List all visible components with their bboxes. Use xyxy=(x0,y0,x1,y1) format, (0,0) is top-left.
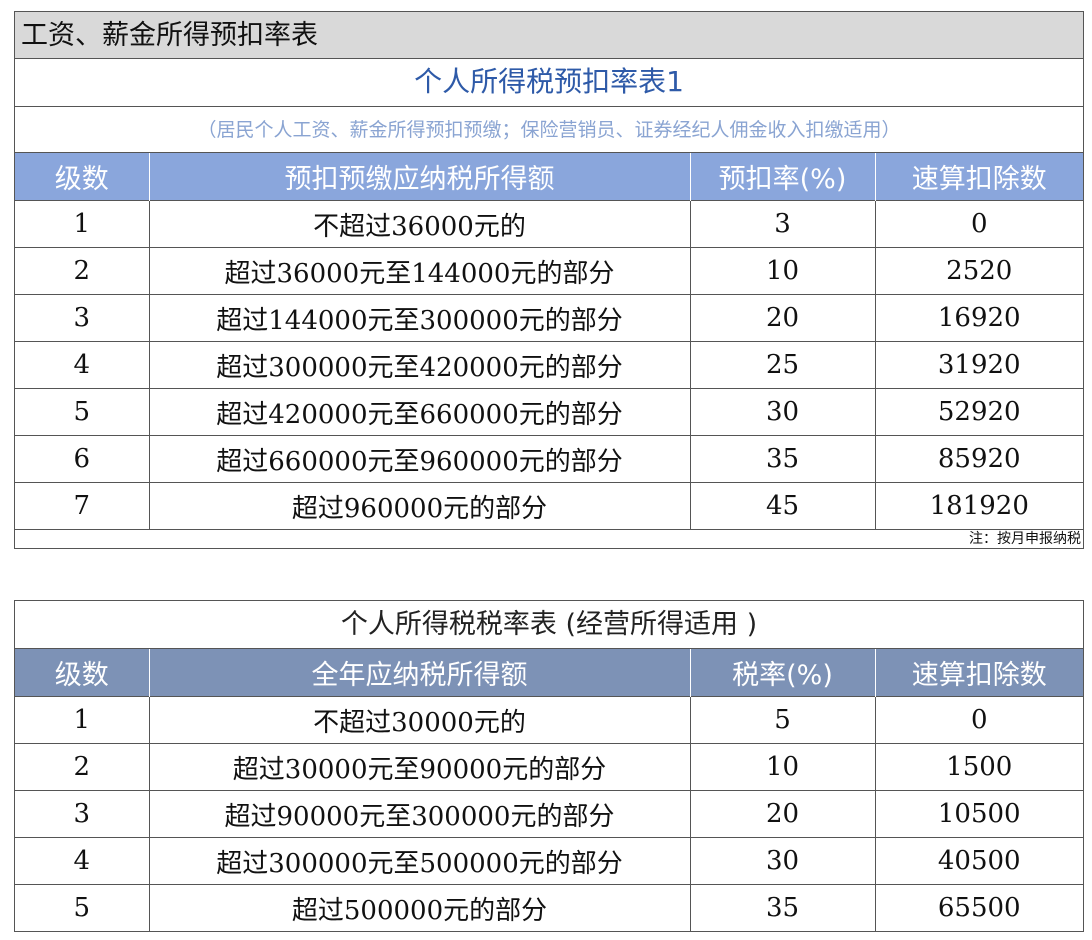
level-cell: 1 xyxy=(15,696,149,744)
table2-header-row: 级数 全年应纳税所得额 税率(%) 速算扣除数 xyxy=(15,649,1083,697)
income-range-cell: 超过660000元至960000元的部分 xyxy=(148,435,690,483)
table-row: 4 超过300000元至500000元的部分 30 40500 xyxy=(15,837,1083,885)
withholding-rate-table: 级数 预扣预缴应纳税所得额 预扣率(%) 速算扣除数 1 不超过36000元的 … xyxy=(15,153,1083,529)
rate-cell: 20 xyxy=(689,294,875,342)
income-range-cell: 不超过36000元的 xyxy=(148,200,690,248)
rate-cell: 30 xyxy=(689,837,875,885)
quick-deduction-cell: 181920 xyxy=(874,482,1083,529)
business-income-rate-table: 级数 全年应纳税所得额 税率(%) 速算扣除数 1 不超过30000元的 5 0… xyxy=(15,649,1083,931)
income-range-cell: 超过36000元至144000元的部分 xyxy=(148,247,690,295)
rate-cell: 45 xyxy=(689,482,875,529)
quick-deduction-cell: 2520 xyxy=(874,247,1083,295)
table-row: 1 不超过30000元的 5 0 xyxy=(15,696,1083,744)
quick-deduction-cell: 85920 xyxy=(874,435,1083,483)
table-row: 4 超过300000元至420000元的部分 25 31920 xyxy=(15,341,1083,389)
income-range-cell: 超过90000元至300000元的部分 xyxy=(148,790,690,838)
business-income-rate-table-block: 个人所得税税率表 (经营所得适用 ) 级数 全年应纳税所得额 税率(%) 速算扣… xyxy=(14,600,1084,932)
rate-cell: 10 xyxy=(689,743,875,791)
level-cell: 4 xyxy=(15,837,149,885)
income-range-cell: 超过420000元至660000元的部分 xyxy=(148,388,690,436)
table1-header-quick-deduction: 速算扣除数 xyxy=(874,153,1083,201)
table2-header-annual-taxable-income: 全年应纳税所得额 xyxy=(148,649,690,697)
table-row: 3 超过90000元至300000元的部分 20 10500 xyxy=(15,790,1083,838)
level-cell: 4 xyxy=(15,341,149,389)
income-range-cell: 不超过30000元的 xyxy=(148,696,690,744)
table1-header-row: 级数 预扣预缴应纳税所得额 预扣率(%) 速算扣除数 xyxy=(15,153,1083,201)
table1-header-level: 级数 xyxy=(15,153,149,201)
level-cell: 6 xyxy=(15,435,149,483)
table-row: 7 超过960000元的部分 45 181920 xyxy=(15,482,1083,529)
table1-title: 个人所得税预扣率表1 xyxy=(15,59,1083,107)
quick-deduction-cell: 1500 xyxy=(874,743,1083,791)
rate-cell: 35 xyxy=(689,435,875,483)
quick-deduction-cell: 10500 xyxy=(874,790,1083,838)
rate-cell: 30 xyxy=(689,388,875,436)
table2-title: 个人所得税税率表 (经营所得适用 ) xyxy=(15,601,1083,649)
rate-cell: 3 xyxy=(689,200,875,248)
table-row: 2 超过36000元至144000元的部分 10 2520 xyxy=(15,247,1083,295)
rate-cell: 35 xyxy=(689,884,875,931)
table-row: 2 超过30000元至90000元的部分 10 1500 xyxy=(15,743,1083,791)
level-cell: 2 xyxy=(15,247,149,295)
table-row: 5 超过500000元的部分 35 65500 xyxy=(15,884,1083,931)
rate-cell: 10 xyxy=(689,247,875,295)
income-range-cell: 超过144000元至300000元的部分 xyxy=(148,294,690,342)
table2-header-level: 级数 xyxy=(15,649,149,697)
rate-cell: 25 xyxy=(689,341,875,389)
table-row: 6 超过660000元至960000元的部分 35 85920 xyxy=(15,435,1083,483)
sheet-title: 工资、薪金所得预扣率表 xyxy=(15,12,1083,59)
income-range-cell: 超过300000元至420000元的部分 xyxy=(148,341,690,389)
income-range-cell: 超过30000元至90000元的部分 xyxy=(148,743,690,791)
quick-deduction-cell: 16920 xyxy=(874,294,1083,342)
rate-cell: 5 xyxy=(689,696,875,744)
table-row: 5 超过420000元至660000元的部分 30 52920 xyxy=(15,388,1083,436)
quick-deduction-cell: 52920 xyxy=(874,388,1083,436)
quick-deduction-cell: 0 xyxy=(874,200,1083,248)
level-cell: 3 xyxy=(15,294,149,342)
table2-header-rate: 税率(%) xyxy=(689,649,875,697)
level-cell: 1 xyxy=(15,200,149,248)
level-cell: 5 xyxy=(15,388,149,436)
quick-deduction-cell: 65500 xyxy=(874,884,1083,931)
table-row: 3 超过144000元至300000元的部分 20 16920 xyxy=(15,294,1083,342)
table1-header-taxable-income: 预扣预缴应纳税所得额 xyxy=(148,153,690,201)
table1-subtitle: （居民个人工资、薪金所得预扣预缴；保险营销员、证券经纪人佣金收入扣缴适用） xyxy=(15,107,1083,153)
table-row: 1 不超过36000元的 3 0 xyxy=(15,200,1083,248)
quick-deduction-cell: 31920 xyxy=(874,341,1083,389)
table1-note: 注：按月申报纳税 xyxy=(15,529,1083,548)
level-cell: 2 xyxy=(15,743,149,791)
quick-deduction-cell: 0 xyxy=(874,696,1083,744)
income-range-cell: 超过960000元的部分 xyxy=(148,482,690,529)
withholding-rate-table-block: 工资、薪金所得预扣率表 个人所得税预扣率表1 （居民个人工资、薪金所得预扣预缴；… xyxy=(14,11,1084,549)
quick-deduction-cell: 40500 xyxy=(874,837,1083,885)
table2-header-quick-deduction: 速算扣除数 xyxy=(874,649,1083,697)
income-range-cell: 超过500000元的部分 xyxy=(148,884,690,931)
table1-header-rate: 预扣率(%) xyxy=(689,153,875,201)
rate-cell: 20 xyxy=(689,790,875,838)
level-cell: 3 xyxy=(15,790,149,838)
level-cell: 7 xyxy=(15,482,149,529)
level-cell: 5 xyxy=(15,884,149,931)
income-range-cell: 超过300000元至500000元的部分 xyxy=(148,837,690,885)
